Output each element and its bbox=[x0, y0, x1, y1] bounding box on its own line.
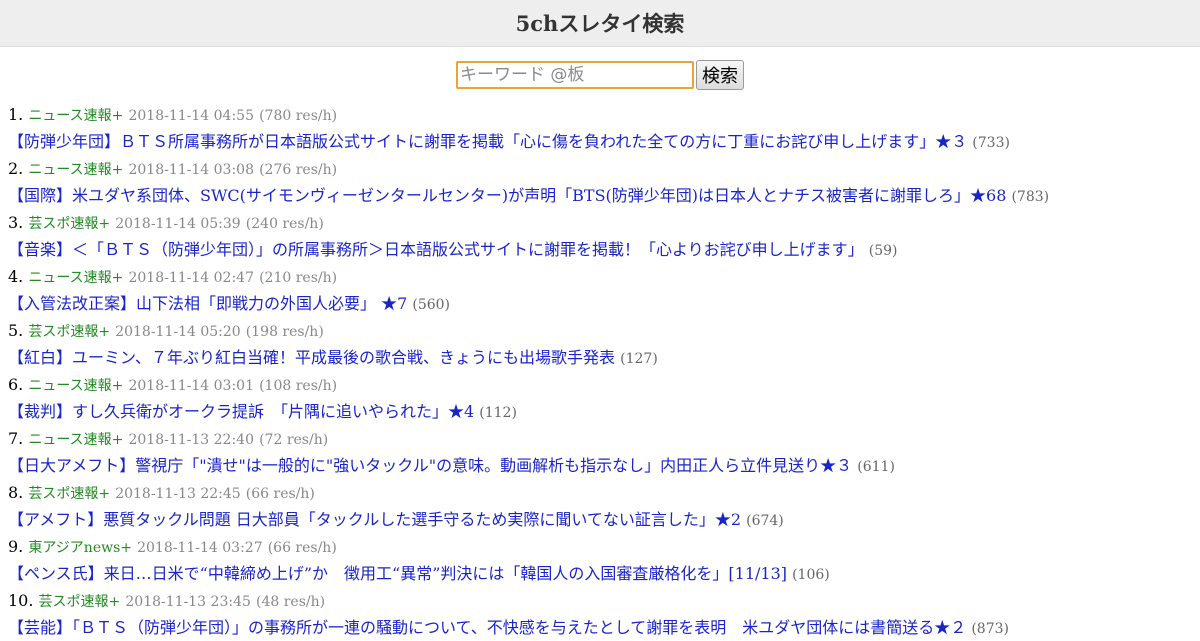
post-datetime: 2018-11-14 05:39 bbox=[115, 216, 241, 232]
post-datetime: 2018-11-13 22:45 bbox=[115, 486, 241, 502]
res-count: (611) bbox=[857, 459, 895, 475]
thread-line: 【日大アメフト】警視庁「"潰せ"は一般的に"強いタックル"の意味。動画解析も指示… bbox=[8, 452, 1200, 479]
result-item: 4. ニュース速報+ 2018-11-14 02:47 (210 res/h) 【… bbox=[8, 263, 1200, 317]
board-name: 芸スポ速報+ bbox=[28, 324, 111, 340]
post-speed: (48 res/h) bbox=[255, 594, 326, 610]
thread-line: 【ペンス氏】来日…日米で“中韓締め上げ”か 徴用工“異常”判決には「韓国人の入国… bbox=[8, 560, 1200, 587]
board-name: ニュース速報+ bbox=[28, 108, 124, 124]
search-input[interactable] bbox=[456, 61, 694, 89]
thread-title-link[interactable]: 【アメフト】悪質タックル問題 日大部員「タックルした選手守るため実際に聞いてない… bbox=[8, 510, 741, 529]
post-speed: (108 res/h) bbox=[259, 378, 338, 394]
post-datetime: 2018-11-14 03:27 bbox=[137, 540, 263, 556]
thread-line: 【裁判】すし久兵衛がオークラ提訴 「片隅に追いやられた」★4 (112) bbox=[8, 398, 1200, 425]
result-item: 6. ニュース速報+ 2018-11-14 03:01 (108 res/h) 【… bbox=[8, 371, 1200, 425]
result-item: 10. 芸スポ速報+ 2018-11-13 23:45 (48 res/h) 【芸… bbox=[8, 587, 1200, 641]
post-speed: (66 res/h) bbox=[245, 486, 315, 502]
thread-line: 【アメフト】悪質タックル問題 日大部員「タックルした選手守るため実際に聞いてない… bbox=[8, 506, 1200, 533]
thread-line: 【国際】米ユダヤ系団体、SWC(サイモンヴィーゼンタールセンター)が声明「BTS… bbox=[8, 182, 1200, 209]
thread-line: 【音楽】＜「ＢＴＳ（防弾少年団）」の所属事務所＞日本語版公式サイトに謝罪を掲載！… bbox=[8, 236, 1200, 263]
result-rank: 8. bbox=[8, 483, 24, 502]
post-speed: (780 res/h) bbox=[259, 108, 338, 124]
result-rank: 2. bbox=[8, 159, 24, 178]
thread-title-link[interactable]: 【紅白】ユーミン、７年ぶり紅白当確！平成最後の歌合戦、きょうにも出場歌手発表 bbox=[8, 348, 615, 367]
res-count: (560) bbox=[412, 297, 451, 313]
result-item: 2. ニュース速報+ 2018-11-14 03:08 (276 res/h) 【… bbox=[8, 155, 1200, 209]
res-count: (127) bbox=[620, 351, 658, 367]
thread-title-link[interactable]: 【ペンス氏】来日…日米で“中韓締め上げ”か 徴用工“異常”判決には「韓国人の入国… bbox=[8, 564, 787, 583]
result-meta: 10. 芸スポ速報+ 2018-11-13 23:45 (48 res/h) bbox=[8, 587, 1200, 614]
thread-line: 【紅白】ユーミン、７年ぶり紅白当確！平成最後の歌合戦、きょうにも出場歌手発表 (… bbox=[8, 344, 1200, 371]
post-speed: (240 res/h) bbox=[245, 216, 324, 232]
result-item: 1. ニュース速報+ 2018-11-14 04:55 (780 res/h) 【… bbox=[8, 101, 1200, 155]
thread-title-link[interactable]: 【芸能】「ＢＴＳ（防弾少年団）」の事務所が一連の騒動について、不快感を与えたとし… bbox=[8, 618, 966, 637]
result-meta: 9. 東アジアnews+ 2018-11-14 03:27 (66 res/h) bbox=[8, 533, 1200, 560]
board-name: 芸スポ速報+ bbox=[38, 594, 121, 610]
board-name: 芸スポ速報+ bbox=[28, 216, 111, 232]
res-count: (783) bbox=[1011, 189, 1050, 205]
page-title: 5chスレタイ検索 bbox=[515, 11, 685, 36]
site-header: 5chスレタイ検索 bbox=[0, 0, 1200, 47]
result-rank: 1. bbox=[8, 105, 24, 124]
post-datetime: 2018-11-13 23:45 bbox=[125, 594, 251, 610]
post-datetime: 2018-11-14 05:20 bbox=[115, 324, 241, 340]
post-datetime: 2018-11-14 03:08 bbox=[128, 162, 254, 178]
result-rank: 7. bbox=[8, 429, 24, 448]
res-count: (674) bbox=[746, 513, 784, 529]
board-name: ニュース速報+ bbox=[28, 270, 124, 286]
post-speed: (276 res/h) bbox=[259, 162, 338, 178]
res-count: (112) bbox=[479, 405, 517, 421]
result-rank: 10. bbox=[8, 591, 34, 610]
thread-title-link[interactable]: 【音楽】＜「ＢＴＳ（防弾少年団）」の所属事務所＞日本語版公式サイトに謝罪を掲載！… bbox=[8, 240, 864, 259]
board-name: 芸スポ速報+ bbox=[28, 486, 111, 502]
res-count: (106) bbox=[792, 567, 830, 583]
result-meta: 4. ニュース速報+ 2018-11-14 02:47 (210 res/h) bbox=[8, 263, 1200, 290]
board-name: 東アジアnews+ bbox=[28, 540, 132, 556]
res-count: (59) bbox=[868, 243, 898, 259]
result-meta: 5. 芸スポ速報+ 2018-11-14 05:20 (198 res/h) bbox=[8, 317, 1200, 344]
result-rank: 9. bbox=[8, 537, 24, 556]
post-datetime: 2018-11-14 02:47 bbox=[128, 270, 254, 286]
thread-result-list: 1. ニュース速報+ 2018-11-14 04:55 (780 res/h) 【… bbox=[0, 101, 1200, 641]
search-button[interactable]: 検索 bbox=[696, 60, 744, 90]
result-meta: 7. ニュース速報+ 2018-11-13 22:40 (72 res/h) bbox=[8, 425, 1200, 452]
thread-title-link[interactable]: 【入管法改正案】山下法相「即戦力の外国人必要」 ★7 bbox=[8, 294, 407, 313]
board-name: ニュース速報+ bbox=[28, 432, 124, 448]
result-rank: 6. bbox=[8, 375, 24, 394]
result-item: 9. 東アジアnews+ 2018-11-14 03:27 (66 res/h)… bbox=[8, 533, 1200, 587]
res-count: (873) bbox=[971, 621, 1009, 637]
thread-title-link[interactable]: 【裁判】すし久兵衛がオークラ提訴 「片隅に追いやられた」★4 bbox=[8, 402, 474, 421]
thread-line: 【入管法改正案】山下法相「即戦力の外国人必要」 ★7 (560) bbox=[8, 290, 1200, 317]
board-name: ニュース速報+ bbox=[28, 378, 124, 394]
result-meta: 3. 芸スポ速報+ 2018-11-14 05:39 (240 res/h) bbox=[8, 209, 1200, 236]
post-speed: (198 res/h) bbox=[245, 324, 324, 340]
thread-title-link[interactable]: 【日大アメフト】警視庁「"潰せ"は一般的に"強いタックル"の意味。動画解析も指示… bbox=[8, 456, 852, 475]
post-datetime: 2018-11-13 22:40 bbox=[128, 432, 254, 448]
result-item: 7. ニュース速報+ 2018-11-13 22:40 (72 res/h) 【日… bbox=[8, 425, 1200, 479]
thread-line: 【防弾少年団】ＢＴＳ所属事務所が日本語版公式サイトに謝罪を掲載「心に傷を負われた… bbox=[8, 128, 1200, 155]
result-rank: 3. bbox=[8, 213, 24, 232]
thread-line: 【芸能】「ＢＴＳ（防弾少年団）」の事務所が一連の騒動について、不快感を与えたとし… bbox=[8, 614, 1200, 641]
post-speed: (66 res/h) bbox=[267, 540, 337, 556]
thread-title-link[interactable]: 【国際】米ユダヤ系団体、SWC(サイモンヴィーゼンタールセンター)が声明「BTS… bbox=[8, 186, 1006, 205]
result-meta: 2. ニュース速報+ 2018-11-14 03:08 (276 res/h) bbox=[8, 155, 1200, 182]
post-datetime: 2018-11-14 04:55 bbox=[128, 108, 254, 124]
res-count: (733) bbox=[972, 135, 1010, 151]
result-rank: 4. bbox=[8, 267, 24, 286]
result-item: 8. 芸スポ速報+ 2018-11-13 22:45 (66 res/h) 【アメ… bbox=[8, 479, 1200, 533]
post-speed: (210 res/h) bbox=[259, 270, 338, 286]
result-meta: 6. ニュース速報+ 2018-11-14 03:01 (108 res/h) bbox=[8, 371, 1200, 398]
result-item: 5. 芸スポ速報+ 2018-11-14 05:20 (198 res/h) 【紅… bbox=[8, 317, 1200, 371]
result-meta: 8. 芸スポ速報+ 2018-11-13 22:45 (66 res/h) bbox=[8, 479, 1200, 506]
thread-title-link[interactable]: 【防弾少年団】ＢＴＳ所属事務所が日本語版公式サイトに謝罪を掲載「心に傷を負われた… bbox=[8, 132, 967, 151]
post-speed: (72 res/h) bbox=[259, 432, 329, 448]
result-rank: 5. bbox=[8, 321, 24, 340]
post-datetime: 2018-11-14 03:01 bbox=[128, 378, 254, 394]
result-meta: 1. ニュース速報+ 2018-11-14 04:55 (780 res/h) bbox=[8, 101, 1200, 128]
search-form: 検索 bbox=[0, 59, 1200, 91]
result-item: 3. 芸スポ速報+ 2018-11-14 05:39 (240 res/h) 【音… bbox=[8, 209, 1200, 263]
board-name: ニュース速報+ bbox=[28, 162, 124, 178]
